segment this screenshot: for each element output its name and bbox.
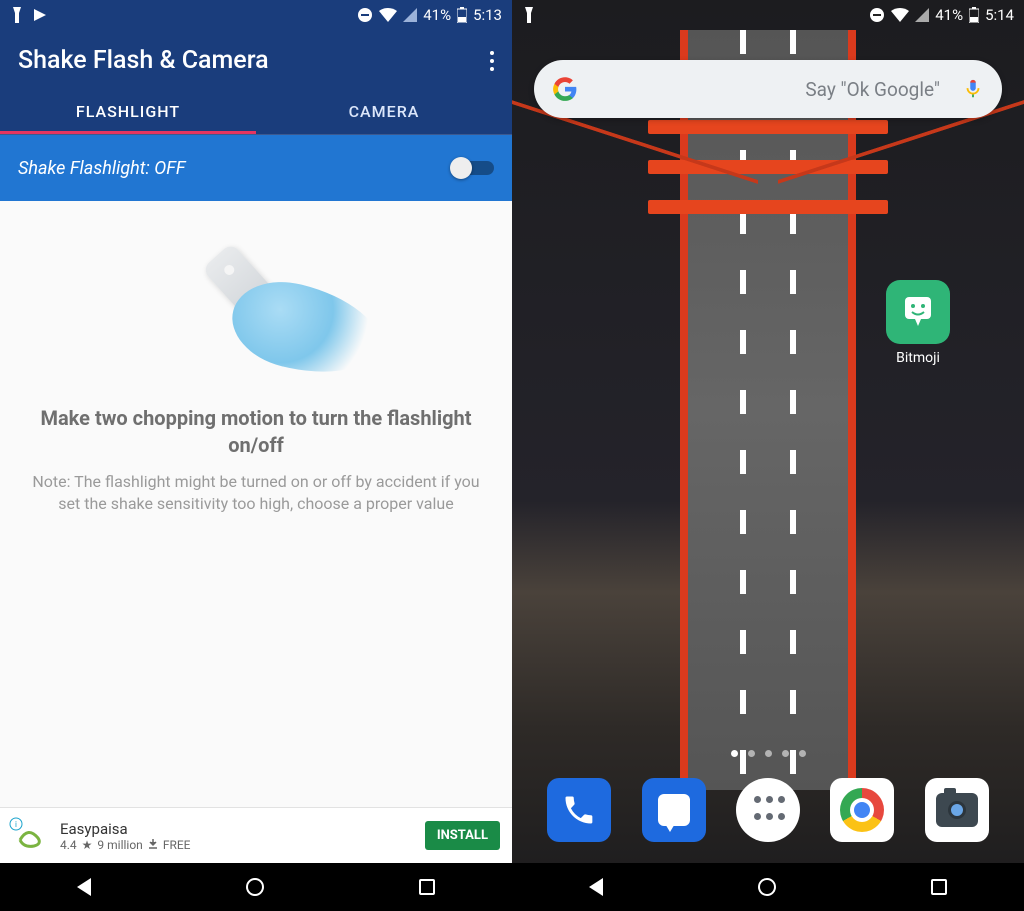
clock-text: 5:13 <box>473 6 502 24</box>
back-button[interactable] <box>589 878 603 896</box>
google-logo-icon <box>552 76 578 102</box>
tab-bar: FLASHLIGHT CAMERA <box>0 87 512 135</box>
wifi-icon <box>891 8 909 22</box>
clock-text: 5:14 <box>985 6 1014 24</box>
battery-percent: 41% <box>423 6 451 24</box>
dock-phone[interactable] <box>547 778 611 842</box>
dnd-icon <box>869 7 885 23</box>
wifi-icon <box>379 8 397 22</box>
instruction-note: Note: The flashlight might be turned on … <box>20 471 492 516</box>
home-button[interactable] <box>246 878 264 896</box>
battery-icon <box>457 7 467 23</box>
star-icon: ★ <box>82 838 93 852</box>
overflow-menu-icon[interactable] <box>490 51 494 71</box>
ad-banner[interactable]: i Easypaisa 4.4 ★ 9 million FREE INSTALL <box>0 807 512 863</box>
download-icon <box>148 838 158 852</box>
dock-camera[interactable] <box>925 778 989 842</box>
signal-icon <box>403 8 417 22</box>
recents-button[interactable] <box>419 879 435 895</box>
dock-messages[interactable] <box>642 778 706 842</box>
shake-toggle-label: Shake Flashlight: OFF <box>18 158 186 179</box>
dnd-icon <box>357 7 373 23</box>
tab-camera[interactable]: CAMERA <box>256 87 512 134</box>
chop-illustration <box>136 235 376 385</box>
search-placeholder: Say "Ok Google" <box>592 78 948 101</box>
system-nav-bar <box>0 863 512 911</box>
app-label-bitmoji: Bitmoji <box>882 350 954 366</box>
battery-icon <box>969 7 979 23</box>
bitmoji-icon <box>886 280 950 344</box>
ad-price: FREE <box>163 838 191 852</box>
app-title: Shake Flash & Camera <box>18 46 269 75</box>
recents-button[interactable] <box>931 879 947 895</box>
ad-title: Easypaisa <box>60 820 415 838</box>
status-bar: 41% 5:13 <box>0 0 512 30</box>
system-nav-bar <box>512 863 1024 911</box>
app-drawer-button[interactable] <box>736 778 800 842</box>
dock-chrome[interactable] <box>830 778 894 842</box>
svg-text:i: i <box>15 820 17 829</box>
shake-toggle-switch[interactable] <box>452 157 494 179</box>
ad-rating: 4.4 <box>60 838 77 852</box>
home-button[interactable] <box>758 878 776 896</box>
install-button[interactable]: INSTALL <box>425 821 500 850</box>
google-search-bar[interactable]: Say "Ok Google" <box>534 60 1002 118</box>
ad-app-icon: i <box>6 814 50 858</box>
mic-icon[interactable] <box>962 78 984 100</box>
battery-percent: 41% <box>935 6 963 24</box>
shake-toggle-row: Shake Flashlight: OFF <box>0 135 512 201</box>
tab-flashlight[interactable]: FLASHLIGHT <box>0 87 256 134</box>
signal-icon <box>915 8 929 22</box>
status-bar: 41% 5:14 <box>512 0 1024 30</box>
back-button[interactable] <box>77 878 91 896</box>
app-icon-bitmoji[interactable]: Bitmoji <box>882 280 954 366</box>
dock <box>512 778 1024 842</box>
app-bar: Shake Flash & Camera <box>0 30 512 87</box>
flashlight-icon <box>522 7 536 23</box>
flashlight-icon <box>10 7 24 23</box>
ad-downloads: 9 million <box>97 838 142 852</box>
instruction-headline: Make two chopping motion to turn the fla… <box>20 405 492 459</box>
wallpaper <box>512 0 1024 911</box>
page-indicator <box>512 750 1024 757</box>
play-icon <box>32 7 48 23</box>
